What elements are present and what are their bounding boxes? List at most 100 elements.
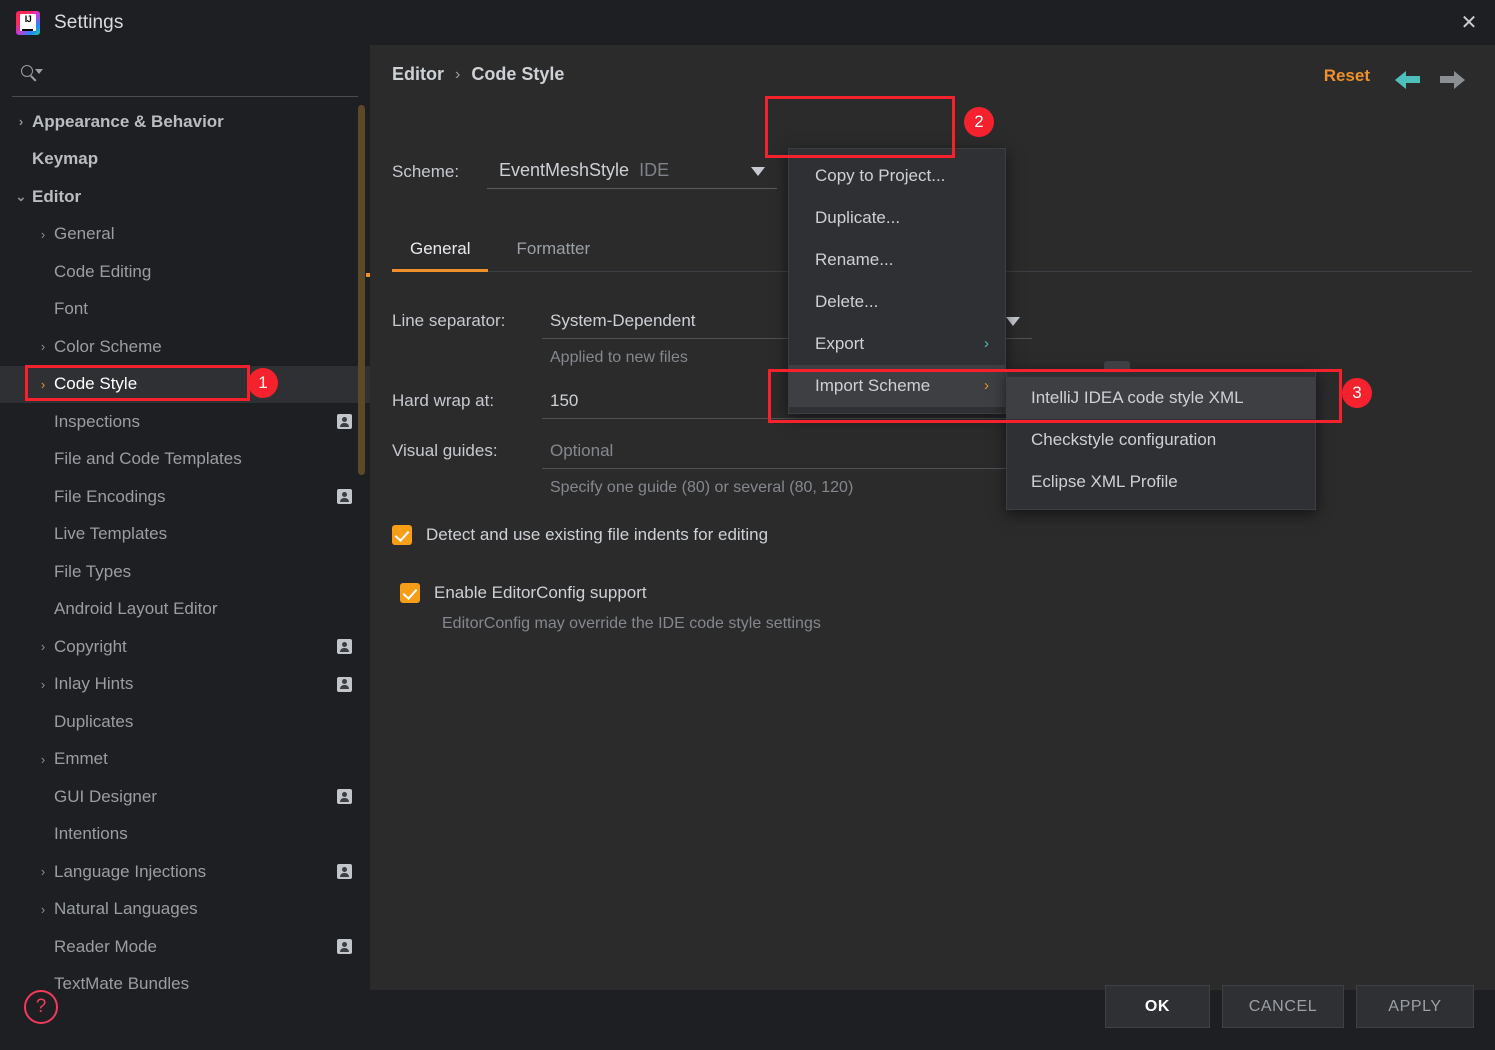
sidebar-item-duplicates[interactable]: Duplicates (0, 703, 370, 741)
sidebar-item-copyright[interactable]: ›Copyright (0, 628, 370, 666)
annotation-badge-1: 1 (248, 368, 278, 398)
submenu-notch (1104, 361, 1130, 369)
sidebar-item-editor[interactable]: ⌄Editor (0, 178, 370, 216)
tab-general[interactable]: General (392, 233, 488, 271)
menu-item-import-scheme[interactable]: Import Scheme› (789, 365, 1005, 407)
chevron-right-icon: › (984, 336, 989, 351)
sidebar-item-label: Duplicates (54, 712, 370, 732)
sidebar-item-android-layout-editor[interactable]: Android Layout Editor (0, 591, 370, 629)
sidebar-item-emmet[interactable]: ›Emmet (0, 741, 370, 779)
arrow-left-icon[interactable] (1395, 69, 1421, 91)
submenu-item-intellij-idea-code-style-xml[interactable]: IntelliJ IDEA code style XML (1007, 377, 1315, 419)
sidebar-item-label: Copyright (54, 637, 337, 657)
breadcrumb-parent[interactable]: Editor (392, 64, 444, 85)
sidebar-item-gui-designer[interactable]: GUI Designer (0, 778, 370, 816)
sidebar-item-label: File and Code Templates (54, 449, 370, 469)
sidebar-item-inlay-hints[interactable]: ›Inlay Hints (0, 666, 370, 704)
sidebar-item-appearance-behavior[interactable]: ›Appearance & Behavior (0, 103, 370, 141)
scheme-row: Scheme: EventMeshStyle IDE (392, 153, 777, 189)
menu-item-label: Delete... (815, 292, 878, 312)
editorconfig-row[interactable]: Enable EditorConfig support (400, 583, 1032, 603)
scheme-value: EventMeshStyle (499, 160, 629, 181)
user-profile-badge-icon (337, 489, 352, 504)
sidebar-item-general[interactable]: ›General (0, 216, 370, 254)
hard-wrap-label: Hard wrap at: (392, 391, 542, 419)
sidebar-item-label: Intentions (54, 824, 370, 844)
hard-wrap-value: 150 (550, 391, 578, 411)
sidebar-item-intentions[interactable]: Intentions (0, 816, 370, 854)
menu-item-copy-to-project[interactable]: Copy to Project... (789, 155, 1005, 197)
editorconfig-sub-hint: EditorConfig may override the IDE code s… (442, 615, 1032, 633)
sidebar-item-file-and-code-templates[interactable]: File and Code Templates (0, 441, 370, 479)
ok-button[interactable]: OK (1105, 985, 1210, 1028)
scheme-label: Scheme: (392, 162, 487, 189)
breadcrumb-current: Code Style (471, 64, 564, 85)
chevron-icon: ⌄ (10, 190, 32, 203)
menu-item-label: Copy to Project... (815, 166, 945, 186)
sidebar-item-file-encodings[interactable]: File Encodings (0, 478, 370, 516)
search-input[interactable] (46, 65, 358, 82)
sidebar-item-language-injections[interactable]: ›Language Injections (0, 853, 370, 891)
sidebar-item-code-editing[interactable]: Code Editing (0, 253, 370, 291)
sidebar-scrollbar[interactable] (358, 105, 365, 475)
visual-guides-input[interactable]: Optional (542, 433, 1032, 469)
tab-formatter[interactable]: Formatter (498, 233, 608, 271)
sidebar-item-file-types[interactable]: File Types (0, 553, 370, 591)
menu-item-duplicate[interactable]: Duplicate... (789, 197, 1005, 239)
sidebar-item-label: Emmet (54, 749, 370, 769)
visual-guides-placeholder: Optional (550, 441, 613, 461)
settings-tree: ›Appearance & BehaviorKeymap⌄Editor›Gene… (0, 103, 370, 1033)
close-icon[interactable]: ✕ (1443, 0, 1495, 45)
breadcrumb-separator-icon: › (455, 66, 460, 84)
import-scheme-submenu: IntelliJ IDEA code style XMLCheckstyle c… (1006, 370, 1316, 510)
help-question-icon[interactable]: ? (24, 990, 58, 1024)
menu-item-rename[interactable]: Rename... (789, 239, 1005, 281)
user-profile-badge-icon (337, 864, 352, 879)
sidebar-item-label: Language Injections (54, 862, 337, 882)
reset-button[interactable]: Reset (1324, 66, 1370, 86)
menu-item-delete[interactable]: Delete... (789, 281, 1005, 323)
arrow-right-icon[interactable] (1439, 69, 1465, 91)
chevron-icon: › (10, 115, 32, 128)
sidebar-item-label: Font (54, 299, 370, 319)
sidebar-item-natural-languages[interactable]: ›Natural Languages (0, 891, 370, 929)
detect-indents-checkbox[interactable] (392, 525, 412, 545)
cancel-button[interactable]: CANCEL (1222, 985, 1344, 1028)
editorconfig-checkbox[interactable] (400, 583, 420, 603)
chevron-icon: › (32, 640, 54, 653)
settings-sidebar: ›Appearance & BehaviorKeymap⌄Editor›Gene… (0, 45, 370, 990)
scheme-dropdown-menu: Copy to Project... Duplicate... Rename... D… (788, 148, 1006, 414)
menu-item-export[interactable]: Export › (789, 323, 1005, 365)
breadcrumb: Editor › Code Style (392, 64, 564, 85)
submenu-item-eclipse-xml-profile[interactable]: Eclipse XML Profile (1007, 461, 1315, 503)
sidebar-item-reader-mode[interactable]: Reader Mode (0, 928, 370, 966)
detect-indents-row[interactable]: Detect and use existing file indents for… (392, 525, 1032, 545)
line-separator-label: Line separator: (392, 311, 542, 339)
sidebar-item-label: File Encodings (54, 487, 337, 507)
sidebar-item-label: GUI Designer (54, 787, 337, 807)
scheme-combobox[interactable]: EventMeshStyle IDE (487, 153, 777, 189)
sidebar-item-font[interactable]: Font (0, 291, 370, 329)
chevron-down-icon (751, 167, 765, 176)
apply-button[interactable]: APPLY (1356, 985, 1474, 1028)
user-profile-badge-icon (337, 414, 352, 429)
sidebar-item-keymap[interactable]: Keymap (0, 141, 370, 179)
search-field[interactable] (12, 51, 358, 97)
settings-dialog: Settings ✕ ›Appearance & BehaviorKeymap⌄… (0, 0, 1495, 1050)
window-title: Settings (54, 12, 123, 34)
annotation-badge-3: 3 (1342, 378, 1372, 408)
sidebar-item-label: File Types (54, 562, 370, 582)
sidebar-item-code-style[interactable]: ›Code Style (0, 366, 370, 404)
dialog-footer: ? OK CANCEL APPLY (0, 990, 1495, 1050)
sidebar-item-inspections[interactable]: Inspections (0, 403, 370, 441)
sidebar-item-color-scheme[interactable]: ›Color Scheme (0, 328, 370, 366)
user-profile-badge-icon (337, 939, 352, 954)
sidebar-item-live-templates[interactable]: Live Templates (0, 516, 370, 554)
menu-item-label: Rename... (815, 250, 893, 270)
annotation-badge-2: 2 (964, 107, 994, 137)
menu-item-label: Export (815, 334, 864, 354)
submenu-item-checkstyle-configuration[interactable]: Checkstyle configuration (1007, 419, 1315, 461)
intellij-idea-logo-icon (16, 11, 40, 35)
sidebar-item-label: Appearance & Behavior (32, 112, 370, 132)
sidebar-item-label: Code Editing (54, 262, 370, 282)
